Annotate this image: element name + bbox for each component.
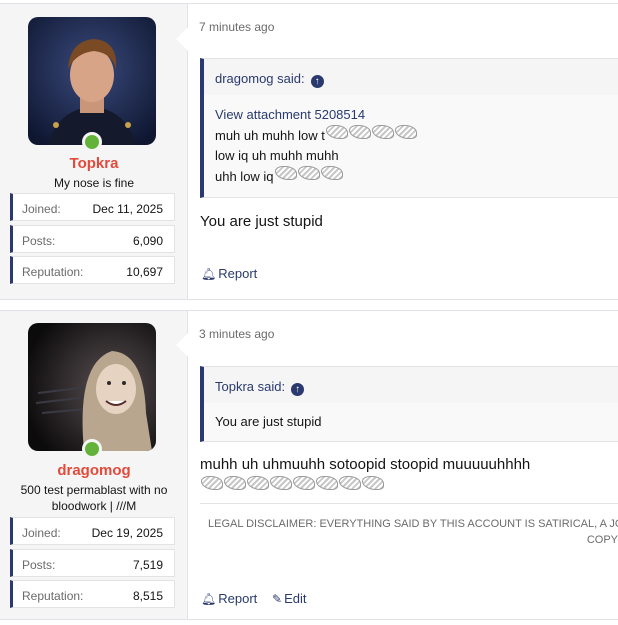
online-status-indicator: [82, 439, 102, 459]
laughing-emote-icon: [274, 166, 297, 180]
post-message: muhh uh uhmuuhh sotoopid stoopid muuuuuh…: [200, 456, 531, 473]
quote-author[interactable]: dragomog said:: [215, 71, 305, 86]
stat-value: 8,515: [132, 589, 163, 603]
signature-disclaimer: LEGAL DISCLAIMER: EVERYTHING SAID BY THI…: [200, 503, 618, 548]
laughing-emote-icon: [325, 125, 348, 139]
laughing-emote-icon: [201, 476, 223, 490]
post-timestamp[interactable]: 3 minutes ago: [199, 327, 274, 341]
message-pointer: [176, 333, 188, 357]
stat-value: 10,697: [126, 265, 163, 279]
report-label: Report: [218, 591, 258, 606]
laughing-emote-icon: [339, 476, 361, 490]
disclaimer-line-1: LEGAL DISCLAIMER: EVERYTHING SAID BY THI…: [208, 518, 618, 530]
post-message: You are just stupid: [200, 213, 323, 230]
quote-line: muh uh muhh low t: [215, 125, 618, 146]
message-emotes: [200, 476, 384, 494]
quote-block: Topkra said: ↑ You are just stupid: [200, 366, 618, 442]
report-button[interactable]: 🔔︎ Report: [201, 591, 257, 606]
arrow-up-circle-icon[interactable]: ↑: [291, 383, 305, 396]
stat-label: Joined:: [22, 526, 61, 540]
stat-value: Dec 19, 2025: [91, 526, 163, 540]
laughing-emote-icon: [293, 476, 315, 490]
quote-line-text: muh uh muhh low t: [215, 128, 325, 143]
quote-header: dragomog said: ↑: [204, 59, 618, 95]
laughing-emote-icon: [371, 125, 394, 139]
stat-joined: Joined: Dec 11, 2025: [10, 193, 175, 221]
user-info-panel: Topkra My nose is fine Joined: Dec 11, 2…: [0, 4, 188, 299]
stat-label: Reputation:: [22, 589, 84, 603]
user-title: My nose is fine: [53, 176, 135, 190]
post-topkra: Topkra My nose is fine Joined: Dec 11, 2…: [0, 3, 618, 300]
avatar[interactable]: [28, 17, 156, 145]
laughing-emote-icon: [247, 476, 269, 490]
user-info-panel: dragomog 500 test permablast with no blo…: [0, 311, 188, 619]
edit-label: Edit: [284, 591, 307, 606]
stat-joined: Joined: Dec 19, 2025: [10, 517, 175, 545]
quote-author[interactable]: Topkra said:: [215, 379, 285, 394]
laughing-emote-icon: [394, 125, 417, 139]
quote-body: You are just stupid: [204, 403, 618, 441]
bell-icon: 🔔︎: [201, 592, 217, 606]
stat-reputation: Reputation: 8,515: [10, 580, 175, 608]
message-pointer: [176, 27, 188, 51]
laughing-emote-icon: [316, 476, 338, 490]
laughing-emote-icon: [320, 166, 343, 180]
post-timestamp[interactable]: 7 minutes ago: [199, 20, 274, 34]
quote-line-text: uhh low iq: [215, 169, 274, 184]
post-dragomog: dragomog 500 test permablast with no blo…: [0, 310, 618, 620]
report-label: Report: [218, 266, 258, 281]
laughing-emote-icon: [297, 166, 320, 180]
edit-button[interactable]: ✎ Edit: [272, 591, 306, 606]
laughing-emote-icon: [270, 476, 292, 490]
arrow-up-circle-icon[interactable]: ↑: [310, 75, 324, 88]
user-title: 500 test permablast with no bloodwork | …: [20, 483, 168, 513]
attachment-link[interactable]: View attachment 5208514: [215, 105, 618, 125]
stat-value: 6,090: [132, 234, 163, 248]
quote-header: Topkra said: ↑: [204, 367, 618, 403]
avatar[interactable]: [28, 323, 156, 451]
stat-posts: Posts: 6,090: [10, 225, 175, 253]
report-button[interactable]: 🔔︎ Report: [201, 266, 257, 281]
stat-value: 7,519: [132, 558, 163, 572]
pencil-icon: ✎: [272, 592, 283, 606]
stat-reputation: Reputation: 10,697: [10, 256, 175, 284]
quote-block: dragomog said: ↑ View attachment 5208514 …: [200, 58, 618, 198]
stat-value: Dec 11, 2025: [92, 202, 164, 216]
laughing-emote-icon: [348, 125, 371, 139]
stat-label: Reputation:: [22, 265, 84, 279]
laughing-emote-icon: [224, 476, 246, 490]
disclaimer-line-2: COPY: [586, 534, 618, 546]
stat-label: Posts:: [22, 558, 56, 572]
quote-body: View attachment 5208514 muh uh muhh low …: [204, 95, 618, 197]
username[interactable]: dragomog: [0, 462, 188, 479]
quote-line: You are just stupid: [215, 414, 322, 429]
online-status-indicator: [82, 132, 102, 152]
stat-posts: Posts: 7,519: [10, 549, 175, 577]
stat-label: Joined:: [22, 202, 61, 216]
bell-icon: 🔔︎: [201, 267, 217, 281]
username[interactable]: Topkra: [0, 155, 188, 172]
quote-line: uhh low iq: [215, 166, 618, 187]
laughing-emote-icon: [362, 476, 384, 490]
stat-label: Posts:: [22, 234, 56, 248]
quote-line: low iq uh muhh muhh: [215, 148, 339, 163]
